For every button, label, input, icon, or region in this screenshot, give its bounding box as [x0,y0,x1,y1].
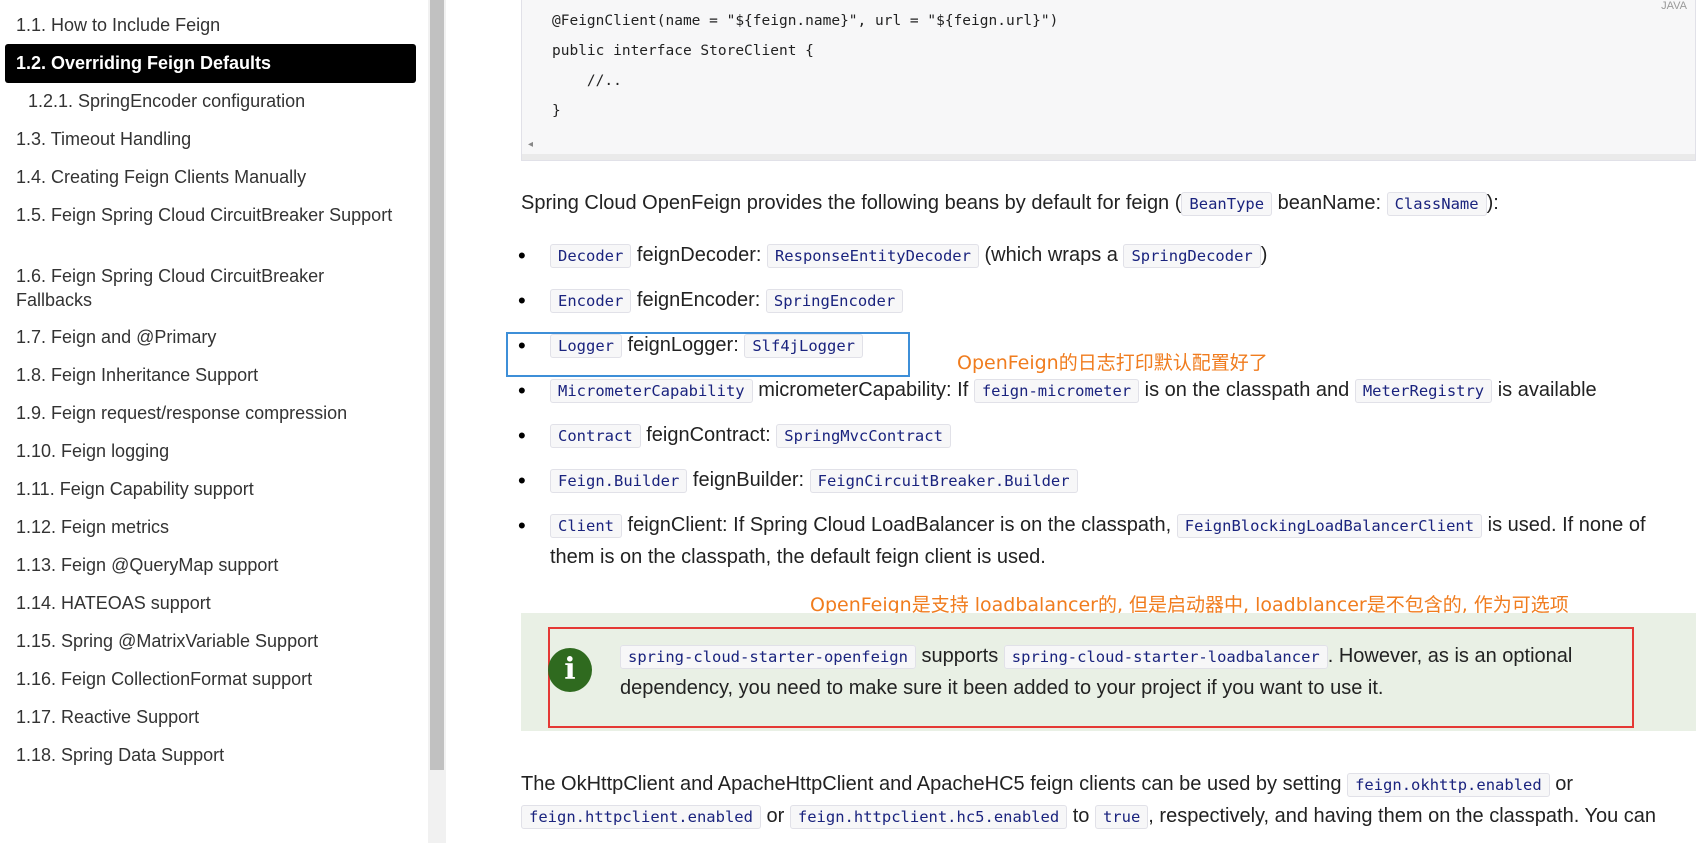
code-classname: ClassName [1386,192,1487,216]
toc-item-1-18[interactable]: 1.18. Spring Data Support [16,743,224,767]
toc-sidebar: 1.1. How to Include Feign 1.2. Overridin… [0,0,428,843]
bean-name: feignContract: [640,424,777,446]
code-meter-registry: MeterRegistry [1354,379,1493,403]
outro-text-2: or [1549,773,1574,795]
toc-item-1-10[interactable]: 1.10. Feign logging [16,439,169,463]
list-item-builder: Feign.Builder feignBuilder: FeignCircuit… [518,465,1690,497]
bean-name: feignEncoder: [631,289,766,311]
toc-item-1-13[interactable]: 1.13. Feign @QueryMap support [16,553,278,577]
bean-name: feignBuilder: [687,469,810,491]
code-bean-class: SpringMvcContract [776,424,951,448]
toc-item-1-2-1[interactable]: 1.2.1. SpringEncoder configuration [28,89,305,113]
bean-desc: is on the classpath and [1139,379,1355,401]
list-item-client: Client feignClient: If Spring Cloud Load… [518,510,1690,573]
code-spring-decoder: SpringDecoder [1123,244,1261,268]
code-bean-type: MicrometerCapability [550,379,753,403]
toc-item-1-17[interactable]: 1.17. Reactive Support [16,705,199,729]
annotation-logger-note: OpenFeign的日志打印默认配置好了 [957,352,1268,374]
code-bean-class: SpringEncoder [765,289,904,313]
bean-desc-end: is available [1492,379,1597,401]
code-starter-loadbalancer: spring-cloud-starter-loadbalancer [1003,645,1328,669]
code-bean-type: Client [550,514,622,538]
bean-name: feignDecoder: [631,244,767,266]
code-bean-class: FeignBlockingLoadBalancerClient [1176,514,1483,538]
beans-intro-paragraph: Spring Cloud OpenFeign provides the foll… [521,188,1691,220]
code-bean-type: Feign.Builder [550,469,688,493]
bean-desc: (which wraps a [978,244,1124,266]
toc-item-1-9[interactable]: 1.9. Feign request/response compression [16,401,347,425]
code-hc5-enabled: feign.httpclient.hc5.enabled [789,805,1068,829]
toc-item-1-11[interactable]: 1.11. Feign Capability support [16,477,254,501]
code-okhttp-enabled: feign.okhttp.enabled [1347,773,1550,797]
http-clients-paragraph: The OkHttpClient and ApacheHttpClient an… [521,769,1696,833]
code-bean-type: Contract [550,424,641,448]
code-block: @FeignClient(name = "${feign.name}", url… [521,0,1696,161]
list-item-decoder: Decoder feignDecoder: ResponseEntityDeco… [518,240,1690,272]
code-listing: @FeignClient(name = "${feign.name}", url… [552,13,1059,119]
bean-desc-end: ) [1260,244,1268,266]
code-bean-class: feign-micrometer [973,379,1140,403]
toc-item-1-16[interactable]: 1.16. Feign CollectionFormat support [16,667,312,691]
toc-item-1-14[interactable]: 1.14. HATEOAS support [16,591,211,615]
logger-highlight-box [506,332,910,377]
toc-item-1-6[interactable]: 1.6. Feign Spring Cloud CircuitBreaker F… [16,264,396,312]
toc-item-1-3[interactable]: 1.3. Timeout Handling [16,127,191,151]
intro-text-1: Spring Cloud OpenFeign provides the foll… [521,192,1182,214]
code-bean-type: Decoder [550,244,632,268]
toc-item-1-15[interactable]: 1.15. Spring @MatrixVariable Support [16,629,318,653]
bean-name: feignClient: If Spring Cloud LoadBalance… [622,514,1177,536]
toc-item-1-4[interactable]: 1.4. Creating Feign Clients Manually [16,165,306,189]
code-bean-class: ResponseEntityDecoder [766,244,979,268]
code-httpclient-enabled: feign.httpclient.enabled [521,805,761,829]
code-true: true [1094,805,1149,829]
outro-text-4: to [1067,805,1095,827]
outro-text-5: , respectively, and having them on the c… [1148,805,1657,827]
list-item-micrometer: MicrometerCapability micrometerCapabilit… [518,375,1690,407]
admonition-mid: supports [915,645,1004,667]
list-item-contract: Contract feignContract: SpringMvcContrac… [518,420,1690,452]
code-horizontal-scrollbar[interactable] [522,154,1695,160]
code-starter-openfeign: spring-cloud-starter-openfeign [620,645,916,669]
outro-text-3: or [760,805,790,827]
toc-item-1-7[interactable]: 1.7. Feign and @Primary [16,325,216,349]
toc-item-1-2-active[interactable]: 1.2. Overriding Feign Defaults [5,44,416,83]
outro-text-1: The OkHttpClient and ApacheHttpClient an… [521,773,1348,795]
info-icon: i [548,648,592,692]
toc-item-1-5[interactable]: 1.5. Feign Spring Cloud CircuitBreaker S… [16,203,396,227]
code-bean-type: Encoder [550,289,632,313]
bean-name: micrometerCapability: If [752,379,974,401]
scroll-left-arrow-icon[interactable]: ◂ [528,139,533,150]
toc-item-1-8[interactable]: 1.8. Feign Inheritance Support [16,363,258,387]
toc-item-1-1[interactable]: 1.1. How to Include Feign [16,13,220,37]
toc-item-1-12[interactable]: 1.12. Feign metrics [16,515,169,539]
admonition-text: spring-cloud-starter-openfeign supports … [620,641,1620,704]
list-item-encoder: Encoder feignEncoder: SpringEncoder [518,285,1690,317]
code-language-label: JAVA [1661,0,1687,12]
code-bean-class: FeignCircuitBreaker.Builder [809,469,1078,493]
sidebar-scrollbar-thumb[interactable] [430,0,444,770]
intro-text-2: beanName: [1272,192,1387,214]
code-beantype: BeanType [1181,192,1273,216]
intro-text-3: ): [1486,192,1499,214]
